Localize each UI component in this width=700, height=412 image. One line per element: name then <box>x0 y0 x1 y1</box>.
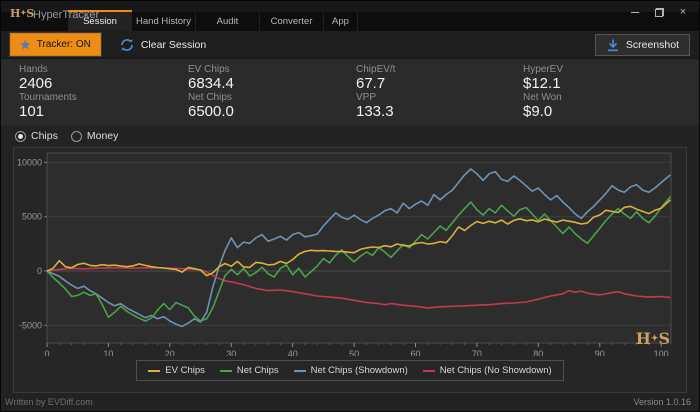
svg-text:-5000: -5000 <box>19 320 42 330</box>
stat-value: 6834.4 <box>188 75 234 92</box>
tab-audit[interactable]: Audit <box>196 12 260 31</box>
stat-value: $12.1 <box>523 75 561 92</box>
svg-text:5000: 5000 <box>22 212 42 222</box>
window-title: HyperTracker <box>33 9 100 21</box>
radio-label: Chips <box>31 130 58 142</box>
tracker-toggle-label: Tracker: ON <box>36 39 91 50</box>
stat-net-chips: Net Chips 6500.0 <box>188 92 356 120</box>
version-text: Version 1.0.16 <box>633 397 691 407</box>
chart-panel: 10000 5000 0 -5000 0 10 20 30 40 50 60 70 80 90 100 EV… <box>13 147 687 393</box>
radio-dot <box>15 130 26 142</box>
legend-item-ev-chips: EV Chips <box>148 365 205 376</box>
tab-app[interactable]: App <box>324 12 358 31</box>
chart-legend: EV Chips Net Chips Net Chips (Showdown) … <box>136 360 564 381</box>
legend-dash <box>293 369 306 372</box>
stat-label: Tournaments <box>19 92 77 103</box>
restore-icon <box>654 7 664 17</box>
stat-tournaments: Tournaments 101 <box>19 92 188 120</box>
app-window: H✦S HyperTracker × Session Hand History … <box>0 0 700 412</box>
svg-text:10000: 10000 <box>17 157 42 167</box>
stat-value: 2406 <box>19 75 53 92</box>
tab-strip: Session Hand History Audit Converter App <box>68 10 358 31</box>
stat-value: 101 <box>19 103 45 120</box>
legend-item-net-chips-no-showdown: Net Chips (No Showdown) <box>422 365 552 376</box>
minimize-button[interactable] <box>625 4 645 20</box>
minimize-icon <box>631 11 639 13</box>
close-button[interactable]: × <box>673 4 693 20</box>
screenshot-label: Screenshot <box>625 38 679 51</box>
titlebar: H✦S HyperTracker × Session Hand History … <box>1 1 699 31</box>
svg-text:30: 30 <box>226 349 236 356</box>
svg-text:80: 80 <box>533 349 543 356</box>
window-controls: × <box>625 4 693 20</box>
stat-net-won: Net Won $9.0 <box>523 92 699 120</box>
clear-session-label: Clear Session <box>140 38 207 51</box>
legend-item-net-chips-showdown: Net Chips (Showdown) <box>293 365 408 376</box>
svg-text:60: 60 <box>410 349 420 356</box>
stat-hyperev: HyperEV $12.1 <box>523 64 699 92</box>
toolbar: ★ Tracker: ON Clear Session Screenshot <box>1 31 699 59</box>
svg-text:100: 100 <box>654 349 669 356</box>
legend-dash <box>422 369 435 372</box>
close-icon: × <box>679 6 687 18</box>
svg-text:40: 40 <box>288 349 298 356</box>
tab-converter[interactable]: Converter <box>260 12 324 31</box>
radio-chips[interactable]: Chips <box>15 130 58 142</box>
stat-value: 133.3 <box>356 103 394 120</box>
legend-dash <box>148 369 161 372</box>
refresh-icon <box>120 38 133 51</box>
svg-text:50: 50 <box>349 349 359 356</box>
star-icon: ★ <box>20 37 31 52</box>
legend-item-net-chips: Net Chips <box>219 365 279 376</box>
view-toggle: Chips Money <box>1 125 699 147</box>
svg-text:20: 20 <box>165 349 175 356</box>
clear-session-button[interactable]: Clear Session <box>113 33 212 56</box>
session-stats: Hands 2406 EV Chips 6834.4 ChipEV/t 67.7… <box>1 59 699 125</box>
svg-text:70: 70 <box>472 349 482 356</box>
radio-label: Money <box>86 130 119 142</box>
legend-row: EV Chips Net Chips Net Chips (Showdown) … <box>14 360 686 381</box>
radio-dot <box>70 130 82 142</box>
stat-hands: Hands 2406 <box>19 64 188 92</box>
stat-value: $9.0 <box>523 103 553 120</box>
stat-ev-chips: EV Chips 6834.4 <box>188 64 356 92</box>
download-icon <box>607 39 618 51</box>
session-results-chart: 10000 5000 0 -5000 0 10 20 30 40 50 60 70 80 90 100 <box>17 152 672 356</box>
app-logo-icon: H✦S <box>10 7 35 20</box>
svg-text:10: 10 <box>103 349 113 356</box>
stat-chipev-t: ChipEV/t 67.7 <box>356 64 523 92</box>
credit-text: Written by EVDiff.com <box>5 397 93 407</box>
radio-money[interactable]: Money <box>70 130 119 142</box>
svg-text:0: 0 <box>44 349 49 356</box>
legend-dash <box>219 369 232 372</box>
stat-value: 6500.0 <box>188 103 234 120</box>
screenshot-button[interactable]: Screenshot <box>594 33 690 56</box>
stat-vpp: VPP 133.3 <box>356 92 523 120</box>
svg-text:0: 0 <box>37 266 42 276</box>
hs-logo-icon: H✦S <box>635 329 670 348</box>
stat-value: 67.7 <box>356 75 386 92</box>
status-bar: Written by EVDiff.com Version 1.0.16 <box>1 393 699 411</box>
restore-button[interactable] <box>649 4 669 20</box>
tracker-toggle-button[interactable]: ★ Tracker: ON <box>9 32 102 57</box>
tab-hand-history[interactable]: Hand History <box>132 12 196 31</box>
svg-text:90: 90 <box>595 349 605 356</box>
